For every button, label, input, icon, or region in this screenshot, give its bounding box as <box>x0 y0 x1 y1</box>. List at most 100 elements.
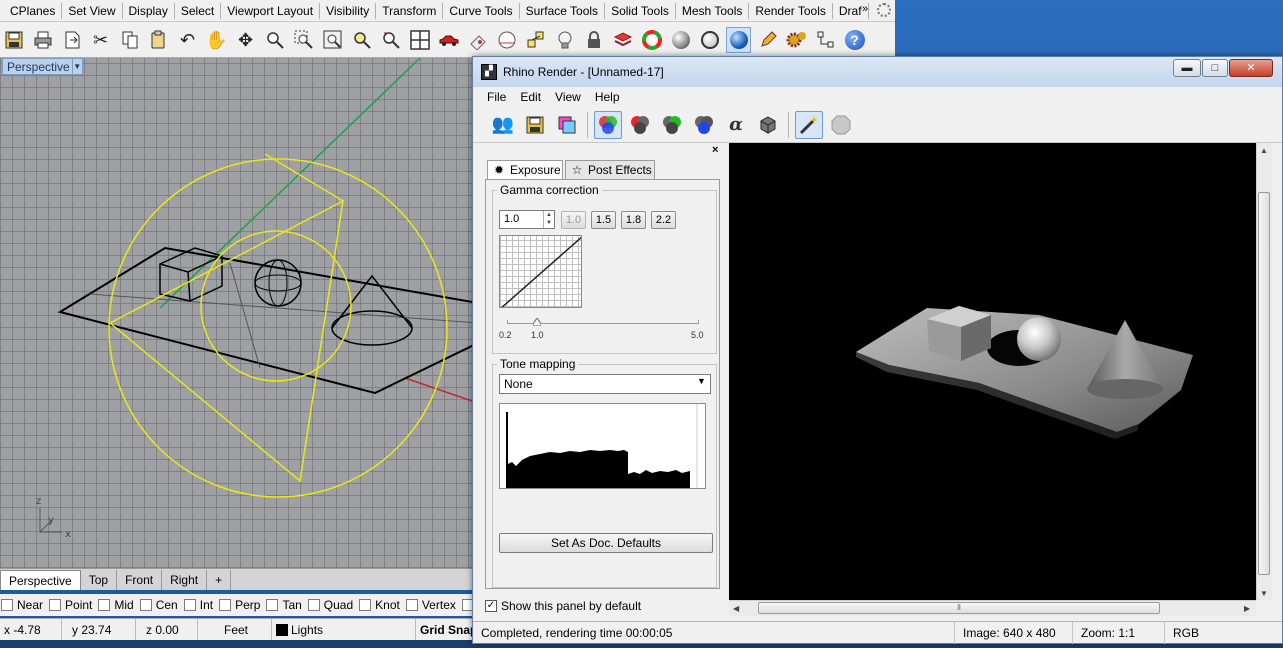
tab-mesh-tools[interactable]: Mesh Tools <box>676 2 750 19</box>
cube-icon[interactable] <box>754 111 782 139</box>
vertical-scroll-thumb[interactable] <box>1258 192 1270 575</box>
gamma-preset-1-5[interactable]: 1.5 <box>591 211 616 229</box>
osnap-perp[interactable]: Perp <box>219 598 260 612</box>
viewport-tab-top[interactable]: Top <box>81 569 118 590</box>
show-panel-checkbox[interactable]: ✓ <box>485 600 497 612</box>
scroll-right-arrow[interactable]: ▶ <box>1244 604 1250 613</box>
render-window-titlebar[interactable]: ▞ Rhino Render - [Unnamed-17] ▬ □ ✕ <box>473 57 1282 87</box>
tab-viewport-layout[interactable]: Viewport Layout <box>221 2 321 19</box>
copy-image-icon[interactable] <box>553 111 581 139</box>
light-icon[interactable] <box>552 27 577 53</box>
osnap-tan[interactable]: Tan <box>266 598 302 612</box>
gamma-preset-1-0[interactable]: 1.0 <box>561 211 586 229</box>
properties-icon[interactable] <box>465 27 490 53</box>
menu-help[interactable]: Help <box>589 90 626 104</box>
snap-icon[interactable] <box>523 27 548 53</box>
panel-close-button[interactable]: × <box>712 144 718 156</box>
post-effects-wand-icon[interactable] <box>795 110 823 139</box>
osnap-mid[interactable]: Mid <box>98 598 134 612</box>
tab-exposure[interactable]: ✹ Exposure <box>487 160 563 180</box>
tab-transform[interactable]: Transform <box>376 2 444 19</box>
tab-solid-tools[interactable]: Solid Tools <box>605 2 676 19</box>
pen-icon[interactable] <box>755 27 780 53</box>
tab-display[interactable]: Display <box>123 2 175 19</box>
tabs-overflow-button[interactable]: » <box>862 3 868 15</box>
car-icon[interactable] <box>436 27 461 53</box>
scroll-left-arrow[interactable]: ◀ <box>733 604 739 613</box>
viewport-tab-right[interactable]: Right <box>162 569 208 590</box>
viewport-tab-perspective[interactable]: Perspective <box>0 569 81 590</box>
osnap-tan-checkbox[interactable] <box>266 599 279 611</box>
layer-field[interactable]: Lights <box>272 619 416 640</box>
rgb-channels-icon[interactable] <box>594 110 622 139</box>
osnap-perp-checkbox[interactable] <box>219 599 232 611</box>
maximize-button[interactable]: □ <box>1202 59 1228 77</box>
rotate-view-icon[interactable]: ✥ <box>233 27 258 53</box>
osnap-quad[interactable]: Quad <box>307 598 353 612</box>
zoom-window-icon[interactable] <box>291 27 316 53</box>
undo-view-icon[interactable] <box>378 27 403 53</box>
save-icon[interactable] <box>1 27 26 53</box>
layer-icon[interactable] <box>610 27 635 53</box>
add-viewport-tab-button[interactable]: + <box>207 569 232 590</box>
osnap-near[interactable]: Near <box>1 598 43 612</box>
gamma-slider-thumb[interactable] <box>533 318 541 326</box>
zoom-extents-icon[interactable] <box>320 27 345 53</box>
people-icon[interactable]: 👥 <box>489 111 517 139</box>
color-wheel-icon[interactable] <box>639 27 664 53</box>
paste-icon[interactable] <box>146 27 171 53</box>
osnap-quad-checkbox[interactable] <box>307 599 320 611</box>
osnap-cen-checkbox[interactable] <box>139 599 152 611</box>
osnap-point-checkbox[interactable] <box>49 599 62 611</box>
set-doc-defaults-button[interactable]: Set As Doc. Defaults <box>499 533 713 553</box>
tab-visibility[interactable]: Visibility <box>320 2 377 19</box>
help-icon[interactable]: ? <box>842 27 867 53</box>
cplane-icon[interactable] <box>494 27 519 53</box>
import-icon[interactable] <box>59 27 84 53</box>
tab-set-view[interactable]: Set View <box>62 2 123 19</box>
four-viewports-icon[interactable] <box>407 27 432 53</box>
pan-hand-icon[interactable]: ✋ <box>204 27 229 53</box>
gamma-preset-2-2[interactable]: 2.2 <box>651 211 676 229</box>
tab-select[interactable]: Select <box>175 2 222 19</box>
hierarchy-icon[interactable] <box>813 27 838 53</box>
minimize-button[interactable]: ▬ <box>1173 59 1201 77</box>
perspective-viewport[interactable]: z y x Perspective ▼ <box>0 58 478 568</box>
scroll-down-arrow[interactable]: ▼ <box>1260 589 1268 598</box>
menu-view[interactable]: View <box>549 90 587 104</box>
gear-icon[interactable] <box>877 3 891 17</box>
gamma-preset-1-8[interactable]: 1.8 <box>621 211 646 229</box>
zoom-icon[interactable] <box>262 27 287 53</box>
osnap-int[interactable]: Int <box>183 598 213 612</box>
show-panel-option[interactable]: ✓ Show this panel by default <box>485 599 641 613</box>
menu-file[interactable]: File <box>481 90 512 104</box>
chevron-down-icon[interactable]: ▼ <box>71 59 82 74</box>
osnap-near-checkbox[interactable] <box>1 599 13 611</box>
shaded-sphere-icon[interactable] <box>668 27 693 53</box>
gear-tools-icon[interactable] <box>784 27 809 53</box>
copy-icon[interactable] <box>117 27 142 53</box>
osnap-vertex-checkbox[interactable] <box>405 599 418 611</box>
tab-curve-tools[interactable]: Curve Tools <box>443 2 520 19</box>
alpha-channel-icon[interactable]: α <box>722 111 750 139</box>
viewport-title[interactable]: Perspective ▼ <box>2 58 83 75</box>
osnap-knot[interactable]: Knot <box>359 598 400 612</box>
osnap-mid-checkbox[interactable] <box>98 599 111 611</box>
blue-channel-icon[interactable] <box>690 111 718 139</box>
cut-icon[interactable]: ✂ <box>88 27 113 53</box>
tab-render-tools[interactable]: Render Tools <box>749 2 833 19</box>
red-channel-icon[interactable] <box>626 111 654 139</box>
scroll-up-arrow[interactable]: ▲ <box>1260 146 1268 155</box>
tab-cplanes[interactable]: CPlanes <box>2 2 63 19</box>
print-icon[interactable] <box>30 27 55 53</box>
chevron-down-icon[interactable]: ▼ <box>697 376 706 386</box>
units-field[interactable]: Feet <box>198 619 272 640</box>
osnap-vertex[interactable]: Vertex <box>405 598 456 612</box>
osnap-int-checkbox[interactable] <box>183 599 196 611</box>
rendered-image[interactable] <box>729 143 1256 600</box>
viewport-tab-front[interactable]: Front <box>117 569 163 590</box>
zoom-selected-icon[interactable] <box>349 27 374 53</box>
lock-icon[interactable] <box>581 27 606 53</box>
gamma-spinner[interactable]: ▲ ▼ <box>543 211 554 228</box>
osnap-knot-checkbox[interactable] <box>359 599 372 611</box>
